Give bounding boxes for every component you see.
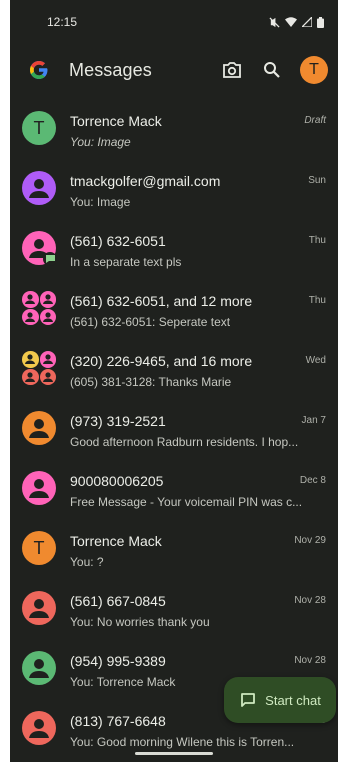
search-icon — [264, 62, 280, 78]
timestamp: Draft — [304, 115, 326, 126]
app-bar: Messages T — [10, 44, 338, 96]
contact-name: (561) 632-6051 — [70, 233, 166, 249]
google-logo-icon — [30, 61, 48, 79]
person-icon — [22, 368, 39, 385]
conversation-row[interactable]: T Torrence Mack You: Image Draft — [10, 97, 338, 157]
person-icon — [22, 291, 39, 308]
person-icon — [29, 599, 49, 618]
message-preview: You: Image — [70, 195, 131, 209]
message-preview: (605) 381-3128: Thanks Marie — [70, 375, 232, 389]
status-icons — [269, 16, 324, 28]
status-time: 12:15 — [47, 15, 78, 29]
gesture-navigation-bar[interactable] — [135, 752, 213, 755]
timestamp: Wed — [305, 355, 326, 366]
person-icon — [29, 479, 49, 498]
start-chat-button[interactable]: Start chat — [224, 677, 336, 723]
person-icon — [29, 659, 49, 678]
message-preview: You: Image — [70, 135, 131, 149]
timestamp: Nov 29 — [294, 535, 326, 546]
message-preview: In a separate text pls — [70, 255, 182, 269]
timestamp: Dec 8 — [299, 475, 326, 486]
contact-name: (561) 632-6051, and 12 more — [70, 293, 253, 309]
start-chat-label: Start chat — [265, 692, 321, 708]
avatar — [22, 591, 56, 625]
battery-icon — [317, 16, 324, 28]
contact-name: 900080006205 — [70, 473, 164, 489]
avatar-letter: T — [33, 117, 45, 138]
message-preview: Free Message - Your voicemail PIN was c.… — [70, 495, 303, 509]
status-bar: 12:15 — [10, 0, 338, 44]
person-icon — [22, 308, 39, 325]
camera-button[interactable] — [218, 56, 246, 84]
timestamp: Nov 28 — [294, 655, 326, 666]
conversation-row[interactable]: (561) 632-6051, and 12 more (561) 632-60… — [10, 277, 338, 337]
conversation-row[interactable]: (561) 632-6051 In a separate text pls Th… — [10, 217, 338, 277]
contact-name: Torrence Mack — [70, 113, 162, 129]
conversation-row[interactable]: T Torrence Mack You: ? Nov 29 — [10, 517, 338, 577]
conversation-row[interactable]: tmackgolfer@gmail.com You: Image Sun — [10, 157, 338, 217]
conversation-row[interactable]: (320) 226-9465, and 16 more (605) 381-31… — [10, 337, 338, 397]
contact-name: tmackgolfer@gmail.com — [70, 173, 221, 189]
group-avatar — [22, 291, 56, 325]
wifi-icon — [285, 17, 297, 27]
message-preview: (561) 632-6051: Seperate text — [70, 315, 231, 329]
person-icon — [39, 368, 56, 385]
chat-bubble-icon — [241, 693, 256, 707]
person-icon — [39, 291, 56, 308]
avatar — [22, 471, 56, 505]
timestamp: Thu — [308, 295, 326, 306]
conversation-row[interactable]: (973) 319-2521 Good afternoon Radburn re… — [10, 397, 338, 457]
phone-screen: 12:15 Messages T T Torrence Mack You: Im… — [10, 0, 338, 762]
contact-name: (973) 319-2521 — [70, 413, 166, 429]
message-preview: You: ? — [70, 555, 104, 569]
conversation-list: T Torrence Mack You: Image Draft tmackgo… — [10, 97, 338, 752]
chat-bubble-icon — [45, 255, 55, 263]
profile-avatar-button[interactable]: T — [300, 56, 328, 84]
person-icon — [29, 419, 49, 438]
conversation-row[interactable]: (561) 667-0845 You: No worries thank you… — [10, 577, 338, 637]
timestamp: Sun — [308, 175, 326, 186]
app-title: Messages — [69, 59, 152, 80]
person-icon — [22, 351, 39, 368]
cell-signal-icon — [302, 17, 312, 27]
timestamp: Thu — [308, 235, 326, 246]
avatar: T — [22, 531, 56, 565]
search-button[interactable] — [258, 56, 286, 84]
avatar-letter: T — [33, 537, 45, 558]
avatar: T — [22, 111, 56, 145]
mute-icon — [269, 16, 280, 28]
contact-name: Torrence Mack — [70, 533, 162, 549]
avatar — [22, 171, 56, 205]
timestamp: Jan 7 — [301, 415, 326, 426]
camera-icon — [223, 62, 241, 78]
contact-name: (561) 667-0845 — [70, 593, 166, 609]
person-icon — [29, 179, 49, 198]
avatar — [22, 711, 56, 745]
contact-name: (954) 995-9389 — [70, 653, 166, 669]
message-preview: Good afternoon Radburn residents. I hop.… — [70, 435, 299, 449]
message-badge — [43, 252, 57, 266]
person-icon — [39, 351, 56, 368]
message-preview: You: Good morning Wilene this is Torren.… — [70, 735, 295, 749]
group-avatar — [22, 351, 56, 385]
conversation-row[interactable]: 900080006205 Free Message - Your voicema… — [10, 457, 338, 517]
avatar — [22, 411, 56, 445]
avatar — [22, 651, 56, 685]
timestamp: Nov 28 — [294, 595, 326, 606]
message-preview: You: No worries thank you — [70, 615, 210, 629]
person-icon — [29, 719, 49, 738]
contact-name: (320) 226-9465, and 16 more — [70, 353, 253, 369]
person-icon — [39, 308, 56, 325]
